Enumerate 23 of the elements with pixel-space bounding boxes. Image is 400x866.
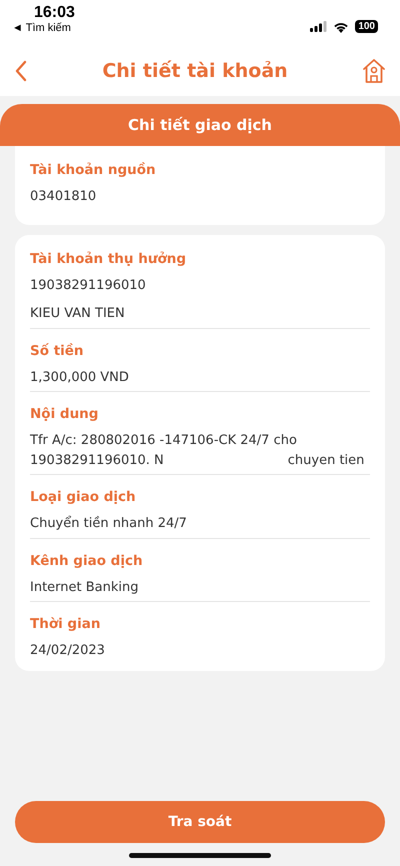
field-value: Tfr A/c: 280802016 -147106-CK 24/7 cho 19038291196010. N chuyen tien [30,432,366,470]
field-label: Tài khoản thụ hưởng [30,250,187,266]
wifi-icon [333,20,350,32]
field-value: 24/02/2023 [30,642,106,660]
field-value: 19038291196010 [30,276,147,294]
field-value: Chuyển tiền nhanh 24/7 [30,514,188,533]
status-time: 16:03 [34,4,75,22]
field-value: KIEU VAN TIEN [30,305,126,323]
signal-icon [310,21,328,32]
battery-level: 100 [355,20,378,33]
field-label: Kênh giao dịch [30,552,144,568]
back-to-search-link[interactable]: ◄ Tìm kiếm [12,22,71,34]
page-title: Chi tiết tài khoản [102,60,288,82]
field-label: Tài khoản nguồn [30,161,157,178]
home-button[interactable] [360,56,388,86]
field-label: Số tiền [30,342,85,358]
field-value: 03401810 [30,188,98,206]
field-label: Loại giao dịch [30,488,137,505]
field-label: Nội dung [30,405,100,422]
field-value: 1,300,000 VND [30,368,130,386]
field-label: Thời gian [30,615,102,632]
banner-title: Chi tiết giao dịch [128,116,272,134]
field-value: Internet Banking [30,578,140,596]
